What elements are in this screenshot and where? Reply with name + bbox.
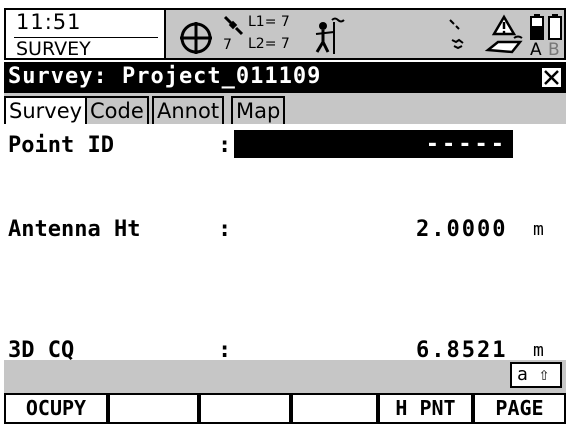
f3-button[interactable]: [199, 393, 291, 424]
tab-bar: Survey Code Annot Map: [4, 93, 566, 126]
field-colon: :: [218, 133, 232, 158]
warning-notice-icon: [484, 14, 523, 54]
tab-annot[interactable]: Annot: [152, 96, 225, 124]
antenna-height-unit: m: [533, 219, 544, 240]
f5-h-pnt-button[interactable]: H PNT: [378, 393, 473, 424]
mode-label: SURVEY: [16, 38, 91, 60]
tab-label: Annot: [157, 99, 220, 123]
point-id-row: Point ID : -----: [4, 130, 566, 160]
tab-code[interactable]: Code: [85, 96, 149, 124]
battery-b-label: B: [548, 40, 560, 60]
radio-link-icon: [449, 19, 464, 50]
antenna-height-value[interactable]: 2.0000: [416, 217, 507, 242]
field-colon: :: [218, 217, 232, 242]
survey-form: Point ID : ----- Antenna Ht : 2.0000 m 3…: [4, 124, 566, 363]
point-id-label: Point ID: [8, 133, 114, 158]
title-bar: Survey: Project_011109: [4, 62, 566, 93]
point-id-input[interactable]: -----: [234, 130, 513, 158]
antenna-height-label: Antenna Ht: [8, 217, 141, 242]
battery-b-icon: [548, 14, 562, 40]
satellites-l2-count: L2= 7: [248, 36, 290, 52]
battery-a-icon: [530, 14, 544, 40]
input-mode-indicator: a ⇧: [510, 362, 562, 388]
key-state-bar: a ⇧: [4, 360, 566, 390]
f6-page-button[interactable]: PAGE: [473, 393, 566, 424]
page-title: Survey: Project_011109: [8, 64, 322, 89]
clock-time: 11:51: [16, 10, 82, 34]
close-icon: [544, 70, 559, 85]
f1-ocupy-button[interactable]: OCUPY: [4, 393, 108, 424]
tab-label: Code: [90, 99, 144, 123]
rover-station-icon: [315, 17, 345, 54]
satellites-visible-count: 7: [223, 37, 232, 53]
cq3d-unit: m: [533, 340, 544, 361]
tab-map[interactable]: Map: [231, 96, 286, 124]
point-id-value: -----: [425, 132, 507, 157]
position-crosshair-icon: [180, 22, 212, 54]
function-key-bar: OCUPY H PNT PAGE: [4, 390, 566, 424]
status-bar: 11:51 SURVEY 7 L1= 7 L2= 7 A B: [0, 0, 570, 62]
clock-mode-box: 11:51 SURVEY: [4, 8, 164, 60]
tab-survey[interactable]: Survey: [4, 96, 88, 126]
antenna-height-row: Antenna Ht : 2.0000 m: [4, 214, 566, 244]
f2-button[interactable]: [108, 393, 199, 424]
f4-button[interactable]: [291, 393, 378, 424]
close-button[interactable]: [541, 67, 562, 88]
tab-label: Survey: [9, 99, 83, 123]
satellite-icon: [223, 15, 244, 36]
satellites-l1-count: L1= 7: [248, 14, 290, 30]
status-icon-strip: 7 L1= 7 L2= 7 A B: [164, 8, 566, 60]
tab-label: Map: [236, 99, 281, 123]
battery-a-label: A: [530, 40, 542, 60]
